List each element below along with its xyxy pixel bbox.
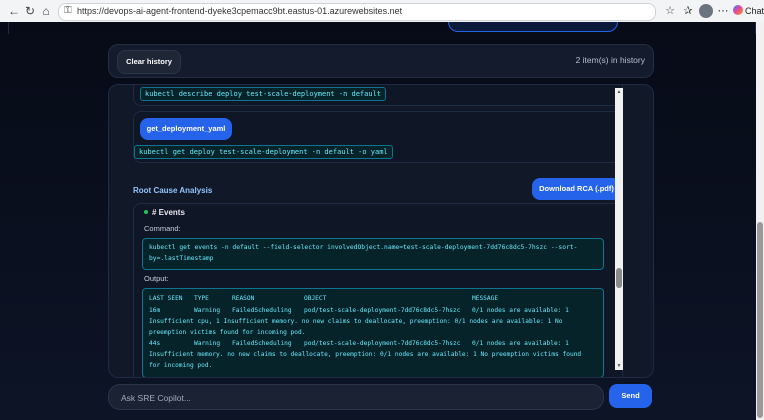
rca-heading: Root Cause Analysis [133, 186, 213, 195]
row-object: pod/test-scale-deployment-7dd76c8dc5-7hs… [304, 307, 461, 314]
command-chip: kubectl describe deploy test-scale-deplo… [140, 87, 387, 101]
download-rca-button[interactable]: Download RCA (.pdf) [532, 178, 621, 200]
address-bar[interactable]: ⚿ https://devops-ai-agent-frontend-dyeke… [58, 3, 656, 21]
page-scrollbar[interactable] [756, 22, 764, 420]
more-icon[interactable]: ⋯ [716, 3, 730, 19]
send-button[interactable]: Send [609, 384, 652, 408]
row-message-wrap: Insufficient cpu, 1 Insufficient memory.… [149, 318, 563, 325]
scroll-down-icon[interactable]: ▼ [615, 362, 623, 370]
events-heading-text: # Events [152, 208, 185, 217]
row-type: Warning [194, 307, 221, 314]
header-reason: REASON [232, 295, 255, 302]
tool-button-get-deployment-yaml[interactable]: get_deployment_yaml [140, 118, 232, 140]
header-message: MESSAGE [472, 295, 499, 302]
refresh-icon[interactable]: ↻ [22, 3, 38, 19]
page-scrollbar-thumb[interactable] [757, 222, 763, 418]
row-message: 0/1 nodes are available: 1 [472, 307, 569, 314]
previous-message-bubble [448, 22, 618, 32]
row-last-seen: 16m [149, 307, 161, 314]
row-message-wrap: Insufficient memory. no new claims to de… [149, 351, 582, 358]
row-type: Warning [194, 340, 221, 347]
conversation-panel[interactable]: kubectl describe deploy test-scale-deplo… [108, 84, 654, 378]
output-box: LAST SEEN TYPE REASON OBJECT MESSAGE 16m… [142, 288, 604, 377]
chat-label: Chat [745, 6, 764, 16]
row-reason: FailedScheduling [232, 307, 292, 314]
clear-history-button[interactable]: Clear history [117, 50, 181, 74]
star-icon[interactable]: ☆ [663, 3, 677, 19]
history-bar: Clear history 2 item(s) in history [108, 44, 654, 78]
favorites-icon[interactable]: ✰ [681, 3, 695, 19]
command-label: Command: [144, 224, 181, 233]
back-icon[interactable]: ← [6, 3, 22, 19]
header-last-seen: LAST SEEN [149, 295, 183, 302]
app-frame [8, 22, 756, 34]
url-text: https://devops-ai-agent-frontend-dyeke3c… [77, 6, 403, 16]
panel-scrollbar-thumb[interactable] [616, 268, 622, 288]
row-last-seen: 44s [149, 340, 161, 347]
browser-toolbar: ← ↻ ⌂ ⚿ https://devops-ai-agent-frontend… [0, 0, 764, 23]
events-heading: # Events [144, 208, 185, 217]
panel-scrollbar[interactable]: ▲ ▼ [615, 88, 623, 370]
row-message: 0/1 nodes are available: 1 [472, 340, 569, 347]
header-object: OBJECT [304, 295, 327, 302]
command-box: kubectl get events -n default --field-se… [142, 238, 604, 270]
command-line: by=.lastTimestamp [149, 255, 214, 262]
profile-avatar[interactable] [699, 4, 713, 18]
chat-input[interactable] [119, 389, 593, 407]
step-card: get_deployment_yaml kubectl get deploy t… [133, 111, 623, 163]
row-message-wrap: preemption victims found for incoming po… [149, 329, 306, 336]
copilot-logo-icon [733, 5, 743, 15]
row-object: pod/test-scale-deployment-7dd76c8dc5-7hs… [304, 340, 461, 347]
history-count: 2 item(s) in history [575, 55, 645, 65]
status-dot-icon [144, 210, 148, 214]
header-type: TYPE [194, 295, 209, 302]
scroll-up-icon[interactable]: ▲ [615, 88, 623, 96]
copilot-chat-button[interactable]: Chat [733, 4, 764, 18]
home-icon[interactable]: ⌂ [38, 3, 54, 19]
events-section: # Events Command: kubectl get events -n … [133, 203, 623, 377]
command-line: kubectl get events -n default --field-se… [149, 244, 578, 251]
output-label: Output: [144, 274, 169, 283]
chat-input-container [108, 384, 604, 410]
lock-icon[interactable]: ⚿ [64, 5, 72, 16]
command-chip: kubectl get deploy test-scale-deployment… [134, 145, 393, 159]
step-card: kubectl describe deploy test-scale-deplo… [133, 85, 623, 106]
row-reason: FailedScheduling [232, 340, 292, 347]
row-message-wrap: for incoming pod. [149, 362, 213, 369]
